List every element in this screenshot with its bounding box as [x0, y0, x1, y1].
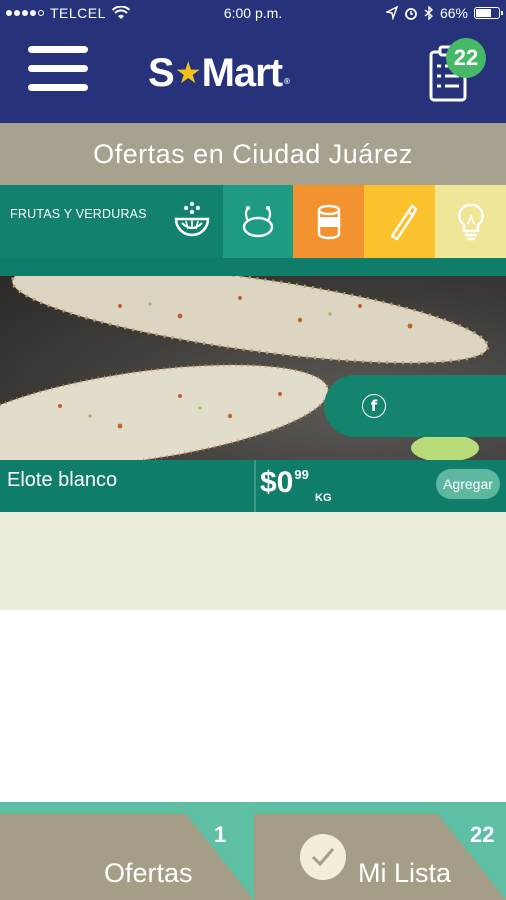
ofertas-label: Ofertas: [104, 858, 193, 888]
mi-lista-count: 22: [470, 822, 495, 847]
category-tile-home[interactable]: [435, 185, 506, 258]
status-right: 66%: [385, 5, 503, 21]
app-header: TELCEL 6:00 p.m. 66% S ★ Mart ® 22: [0, 0, 506, 123]
share-button[interactable]: f: [324, 375, 506, 437]
tab-ofertas[interactable]: 1 Ofertas: [0, 814, 254, 900]
category-tile-cleaning[interactable]: [364, 185, 436, 258]
checkmark-circle: [300, 834, 346, 880]
chicken-icon: [242, 205, 274, 237]
category-tile-meat[interactable]: [222, 185, 294, 258]
battery-icon: [474, 7, 503, 19]
product-price: $0 99 KG: [260, 466, 332, 505]
bluetooth-icon: [424, 6, 433, 20]
price-cents: 99: [294, 467, 309, 482]
price-main: $0: [260, 466, 294, 499]
content-area: [0, 610, 506, 802]
divider: [254, 460, 256, 512]
product-top-strip: [0, 258, 506, 276]
bottom-nav: 1 Ofertas 22 Mi Lista: [0, 802, 506, 900]
empty-cream-panel: [0, 512, 506, 610]
fruit-bowl-icon: [174, 201, 210, 237]
lightbulb-icon: [457, 203, 484, 240]
page-title: Ofertas en Ciudad Juárez: [0, 123, 506, 185]
category-strip: FRUTAS Y VERDURAS: [0, 185, 506, 258]
smart-logo: S ★ Mart ®: [148, 50, 290, 95]
status-bar: TELCEL 6:00 p.m. 66%: [0, 0, 506, 26]
add-button[interactable]: Agregar: [436, 469, 500, 499]
list-count-badge: 22: [446, 38, 486, 78]
menu-icon: [28, 46, 88, 53]
mi-lista-label: Mi Lista: [358, 858, 452, 888]
tab-mi-lista[interactable]: 22 Mi Lista: [254, 814, 506, 900]
can-icon: [317, 204, 341, 239]
category-tile-pantry[interactable]: [293, 185, 365, 258]
location-arrow-icon: [385, 6, 398, 20]
product-info-bar: Elote blanco $0 99 KG Agregar: [0, 460, 506, 512]
battery-fill: [476, 9, 491, 17]
menu-button[interactable]: [28, 46, 88, 92]
category-frutas-y-verduras[interactable]: FRUTAS Y VERDURAS: [0, 185, 223, 258]
checkmark-icon: [311, 848, 335, 867]
alarm-icon: [405, 8, 417, 20]
product-name: Elote blanco: [7, 469, 118, 491]
ofertas-count: 1: [214, 822, 227, 847]
price-unit: KG: [315, 492, 332, 504]
category-label: FRUTAS Y VERDURAS: [10, 207, 147, 221]
battery-percent: 66%: [439, 5, 468, 21]
facebook-icon: f: [362, 394, 386, 418]
bottle-icon: [390, 203, 418, 241]
